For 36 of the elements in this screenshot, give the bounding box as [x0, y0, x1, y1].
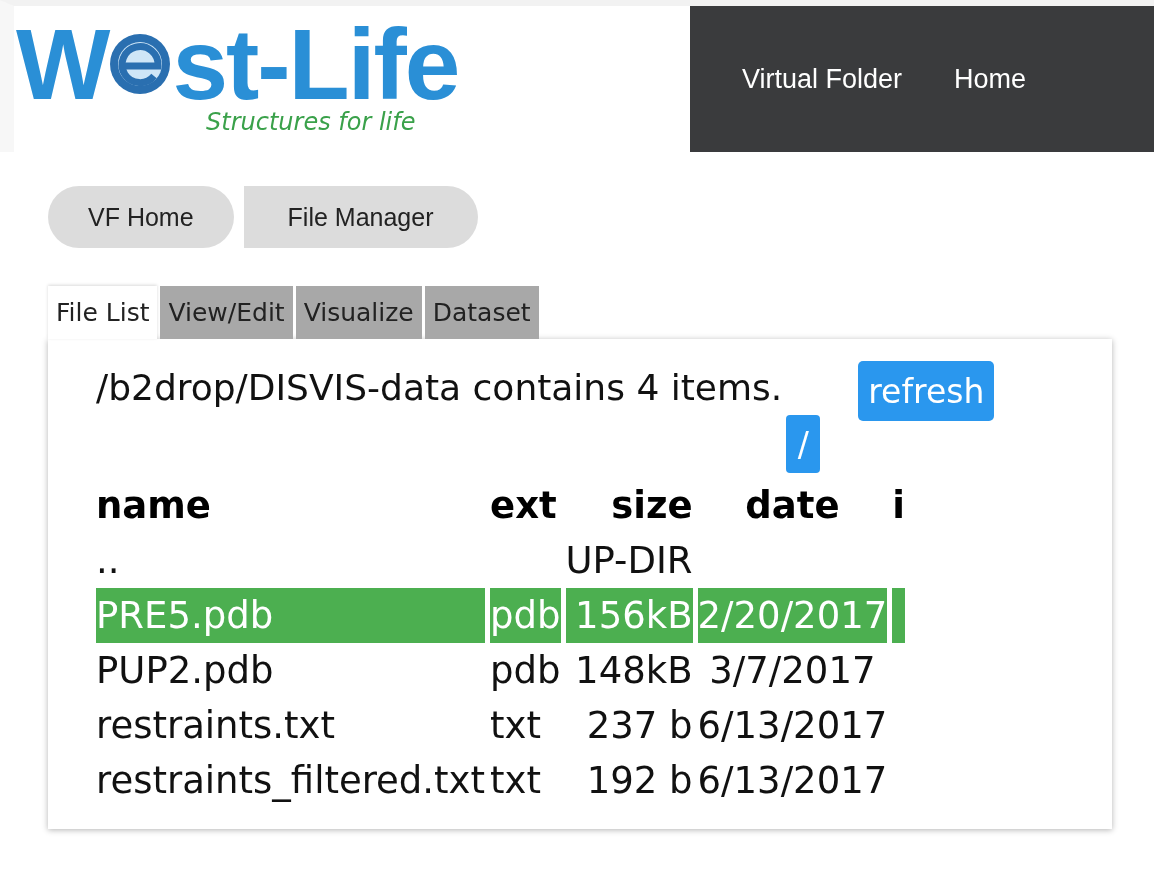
column-header[interactable]: name [96, 477, 486, 533]
table-cell-text: UP-DIR [565, 538, 693, 584]
column-header[interactable]: i [892, 477, 905, 533]
tab[interactable]: File List [48, 286, 158, 339]
table-cell: 156kB [565, 588, 693, 643]
nav-link[interactable]: Virtual Folder [742, 63, 903, 95]
logo-tagline: Structures for life [206, 108, 417, 136]
table-cell: PRE5.pdb [96, 588, 486, 643]
table-cell-text: 6/13/2017 [697, 758, 888, 804]
table-cell-text: txt [490, 758, 542, 804]
table-cell-text: txt [490, 703, 542, 749]
table-cell-text: 237 b [585, 703, 693, 749]
table-cell-text: 148kB [574, 648, 693, 694]
column-header[interactable]: ext [490, 477, 561, 533]
table-cell-text: pdb [490, 648, 561, 694]
breadcrumb[interactable]: File Manager [243, 186, 478, 248]
table-cell: pdb [490, 588, 561, 643]
logo-text: W [16, 14, 109, 114]
tab[interactable]: Visualize [295, 286, 422, 339]
table-cell: 2/20/2017 [697, 588, 888, 643]
table-cell-text: restraints.txt [96, 703, 337, 749]
table-cell-text: 192 b [585, 758, 693, 804]
table-cell-text: .. [96, 538, 121, 584]
table-cell-text: 6/13/2017 [697, 703, 888, 749]
selection-fill [892, 588, 905, 643]
column-header[interactable]: size [565, 477, 693, 533]
column-header[interactable]: date [697, 477, 888, 533]
tab[interactable]: View/Edit [160, 286, 293, 339]
tab[interactable]: Dataset [424, 286, 539, 339]
nav-link[interactable]: Home [954, 63, 1027, 95]
breadcrumb[interactable]: VF Home [48, 186, 234, 248]
table-cell-text: PUP2.pdb [96, 648, 275, 694]
table-cell-text: restraints_filtered.txt [96, 758, 486, 804]
globe-icon [108, 32, 173, 96]
folder-summary: /b2drop/DISVIS-data contains 4 items. [96, 367, 783, 408]
table-cell-text: 3/7/2017 [708, 648, 877, 694]
